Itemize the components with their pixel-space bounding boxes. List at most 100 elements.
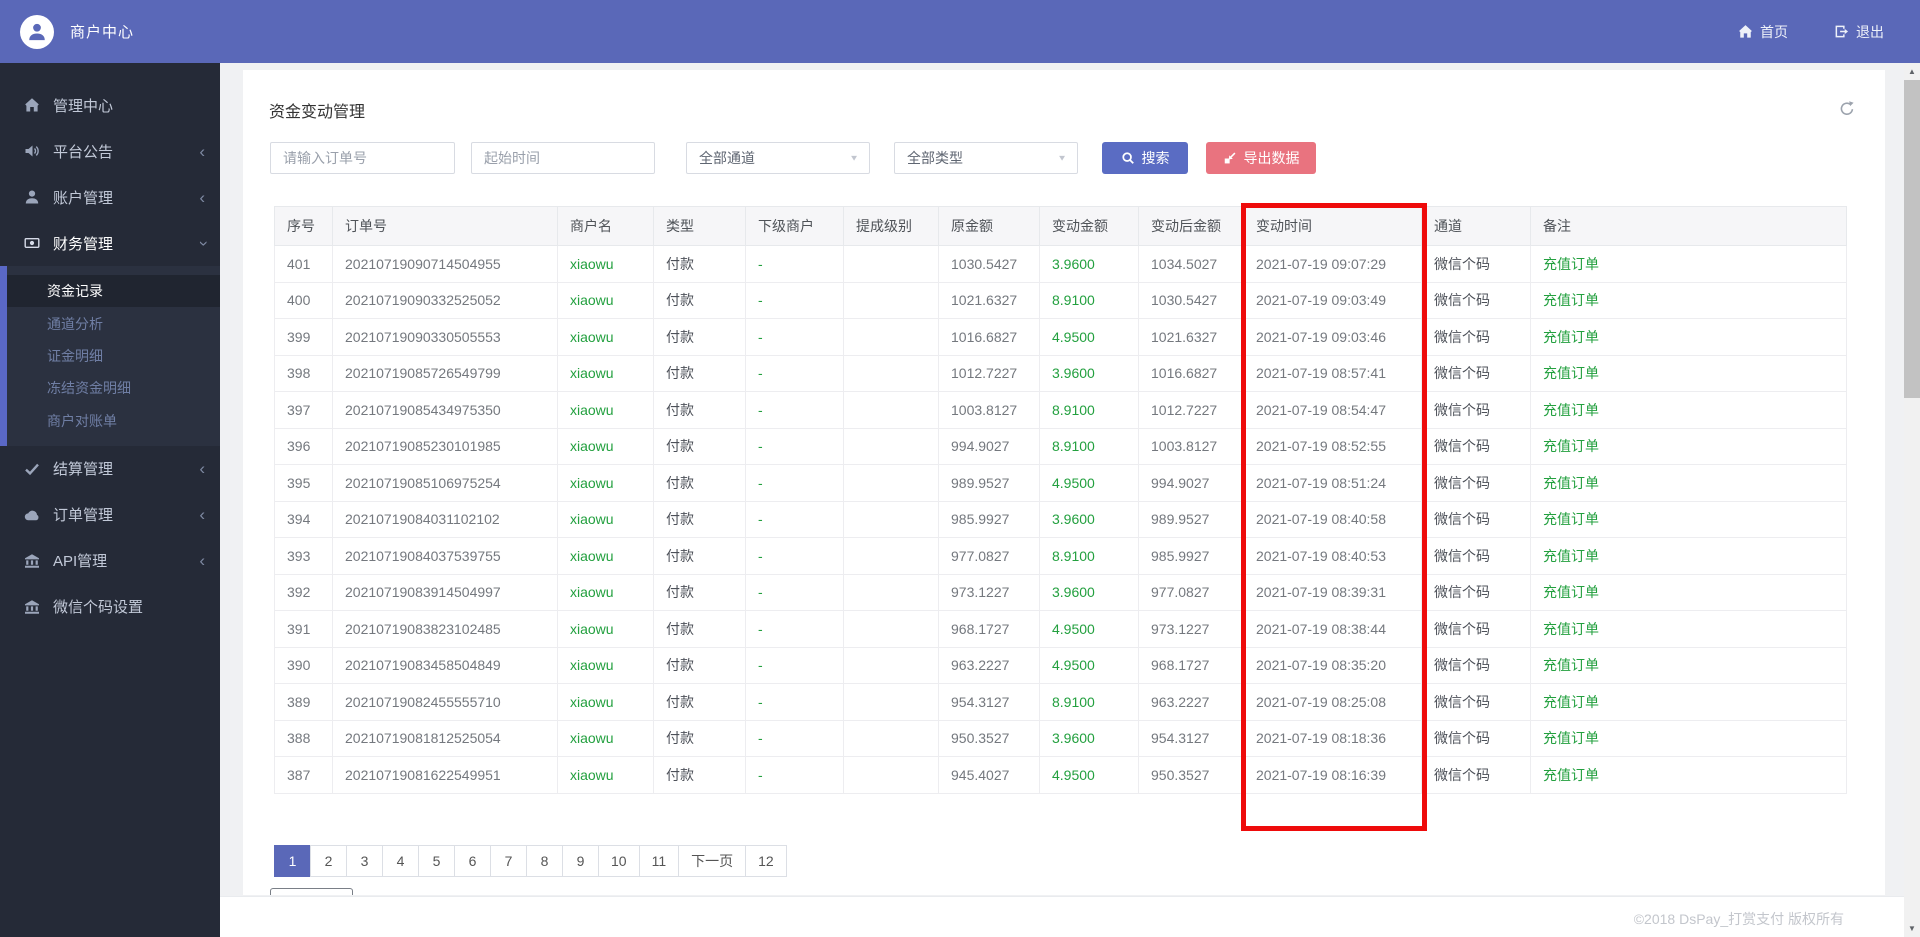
table-header-row: 序号 订单号 商户名 类型 下级商户 提成级别 原金额 变动金额 变动后金额 变动时间 通道 备注 [274, 206, 1847, 246]
start-time-input[interactable] [471, 142, 655, 174]
table-cell: - [745, 500, 844, 538]
table-cell: 1016.6827 [938, 318, 1040, 356]
table-cell [843, 464, 939, 502]
table-cell: xiaowu [557, 683, 654, 721]
search-button[interactable]: 搜索 [1102, 142, 1188, 174]
channel-select[interactable]: 全部通道 ▼ [686, 142, 870, 174]
page-button-7[interactable]: 7 [490, 845, 527, 877]
table-cell: 充值订单 [1530, 464, 1847, 502]
table-cell: 3.9600 [1039, 573, 1139, 611]
main-content: 资金变动管理 全部通道 ▼ 全部类型 ▼ 搜索 导出数据 序号订单号商户名类型下… [220, 63, 1904, 937]
table-cell: 充值订单 [1530, 391, 1847, 429]
table-cell: 398 [274, 354, 333, 392]
logout-link[interactable]: 退出 [1834, 22, 1884, 42]
page-size-select[interactable] [270, 888, 353, 895]
table-cell: 1003.8127 [938, 391, 1040, 429]
next-page-button[interactable]: 下一页 [678, 845, 747, 877]
column-header: 变动后金额 [1138, 206, 1244, 246]
table-cell: 20210719085230101985 [332, 427, 558, 465]
table-cell: - [745, 756, 844, 794]
table-cell: 1012.7227 [1138, 391, 1244, 429]
page-button-2[interactable]: 2 [310, 845, 347, 877]
user-icon [25, 190, 39, 204]
page-button-11[interactable]: 11 [638, 845, 680, 877]
sidebar-subitem-0[interactable]: 资金记录 [7, 275, 220, 308]
table-cell: 付款 [653, 573, 746, 611]
table-cell: 4.9500 [1039, 646, 1139, 684]
table-cell: 968.1727 [1138, 646, 1244, 684]
scrollbar-thumb[interactable] [1904, 80, 1920, 398]
search-icon [1121, 152, 1134, 164]
sidebar-item-4[interactable]: 结算管理 ‹ [0, 446, 220, 492]
sidebar-subitem-2[interactable]: 证金明细 [7, 340, 220, 372]
order-no-input[interactable] [270, 142, 455, 174]
page-button-6[interactable]: 6 [454, 845, 491, 877]
table-cell: 微信个码 [1421, 719, 1531, 757]
column-header: 通道 [1421, 206, 1531, 246]
table-cell: 1003.8127 [1138, 427, 1244, 465]
chevron-left-icon: ‹ [199, 551, 205, 571]
table-cell: 20210719090714504955 [332, 245, 558, 283]
table-cell: 充值订单 [1530, 756, 1847, 794]
scroll-down-arrow-icon[interactable]: ▼ [1904, 920, 1920, 937]
scroll-up-arrow-icon[interactable]: ▲ [1904, 63, 1920, 80]
table-cell: 945.4027 [938, 756, 1040, 794]
page-button-8[interactable]: 8 [526, 845, 563, 877]
table-cell: 付款 [653, 756, 746, 794]
table-cell: 1034.5027 [1138, 245, 1244, 283]
table-cell: 396 [274, 427, 333, 465]
table-cell: 387 [274, 756, 333, 794]
table-cell: 付款 [653, 683, 746, 721]
scrollbar[interactable]: ▲ ▼ [1904, 63, 1920, 937]
sidebar-item-label: 微信个码设置 [53, 599, 144, 617]
sidebar-subitem-3[interactable]: 冻结资金明细 [7, 372, 220, 404]
home-link[interactable]: 首页 [1738, 22, 1788, 42]
table-cell: 20210719085106975254 [332, 464, 558, 502]
table-cell: 977.0827 [1138, 573, 1244, 611]
sidebar-item-7[interactable]: 微信个码设置 [0, 584, 220, 630]
table-cell: 20210719085726549799 [332, 354, 558, 392]
table-cell: 充值订单 [1530, 500, 1847, 538]
cloud-icon [24, 510, 39, 521]
table-cell: 989.9527 [938, 464, 1040, 502]
page-button-12[interactable]: 12 [745, 845, 787, 877]
table-cell: 973.1227 [1138, 610, 1244, 648]
table-cell [843, 646, 939, 684]
sidebar-item-5[interactable]: 订单管理 ‹ [0, 492, 220, 538]
table-cell: - [745, 391, 844, 429]
home-icon [25, 98, 39, 112]
page-button-3[interactable]: 3 [346, 845, 383, 877]
table-cell: 2021-07-19 08:16:39 [1243, 756, 1422, 794]
sidebar-item-2[interactable]: 账户管理 ‹ [0, 174, 220, 220]
sidebar-item-0[interactable]: 管理中心 [0, 82, 220, 128]
table-cell: 付款 [653, 500, 746, 538]
column-header: 备注 [1530, 206, 1847, 246]
sidebar-item-6[interactable]: API管理 ‹ [0, 538, 220, 584]
page-button-4[interactable]: 4 [382, 845, 419, 877]
page-button-1[interactable]: 1 [274, 845, 311, 877]
type-select[interactable]: 全部类型 ▼ [894, 142, 1078, 174]
sidebar-subitem-1[interactable]: 通道分析 [7, 307, 220, 339]
export-button[interactable]: 导出数据 [1206, 142, 1316, 174]
sidebar-item-1[interactable]: 平台公告 ‹ [0, 128, 220, 174]
sidebar-subitem-4[interactable]: 商户对账单 [7, 405, 220, 437]
table-cell: 8.9100 [1039, 391, 1139, 429]
table-cell: 微信个码 [1421, 756, 1531, 794]
chevron-left-icon: ‹ [199, 505, 205, 525]
search-button-label: 搜索 [1141, 150, 1170, 166]
table-cell: 1030.5427 [938, 245, 1040, 283]
table-row: 389 20210719082455555710 xiaowu 付款 - 954.3127… [274, 683, 1847, 721]
table-cell: - [745, 683, 844, 721]
table-cell: 付款 [653, 464, 746, 502]
footer-copyright: ©2018 DsPay_打赏支付 版权所有 [1633, 911, 1844, 927]
page-button-10[interactable]: 10 [598, 845, 640, 877]
sidebar-item-3[interactable]: 财务管理 ‹ [0, 220, 220, 266]
table-cell: 微信个码 [1421, 318, 1531, 356]
page-button-5[interactable]: 5 [418, 845, 455, 877]
page-button-9[interactable]: 9 [562, 845, 599, 877]
table-cell [843, 756, 939, 794]
refresh-icon[interactable] [1838, 100, 1856, 118]
page-title: 资金变动管理 [269, 104, 366, 121]
sidebar-item-label: 结算管理 [53, 461, 114, 479]
table-cell: 充值订单 [1530, 318, 1847, 356]
